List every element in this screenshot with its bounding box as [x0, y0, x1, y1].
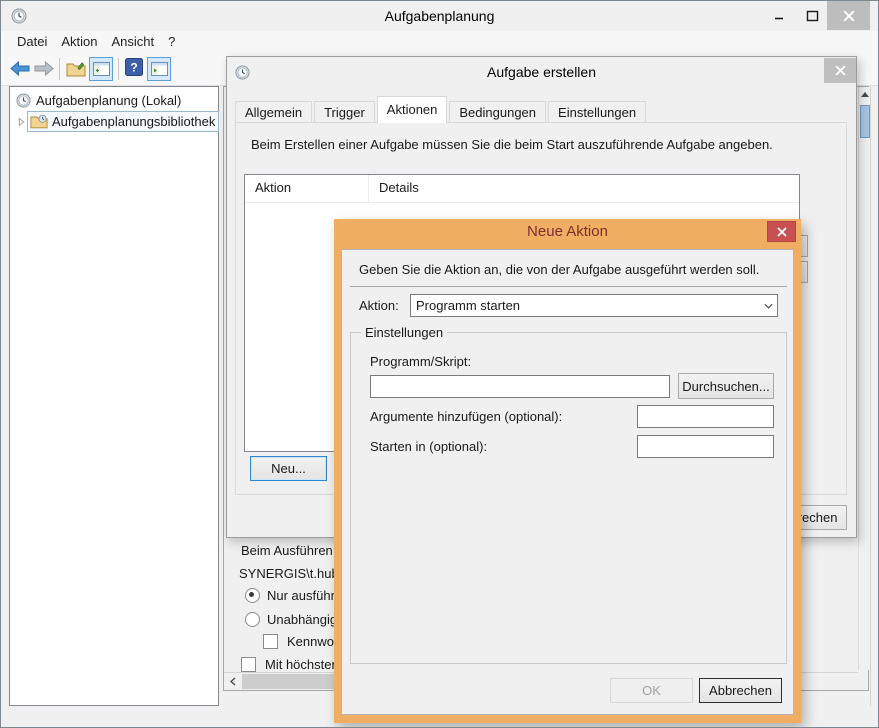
tab-strip: Allgemein Trigger Aktionen Bedingungen E…: [235, 97, 648, 123]
tab-description: Beim Erstellen einer Aufgabe müssen Sie …: [251, 137, 773, 152]
maximize-button[interactable]: [797, 1, 827, 30]
tab-allgemein[interactable]: Allgemein: [235, 101, 312, 123]
close-button[interactable]: [827, 1, 870, 30]
radio-run-independent[interactable]: Unabhängig v: [245, 611, 347, 627]
radio-icon[interactable]: [245, 588, 260, 603]
close-icon[interactable]: [767, 221, 796, 242]
dialog-body: Geben Sie die Aktion an, die von der Auf…: [341, 249, 794, 715]
groupbox-title: Einstellungen: [361, 325, 447, 340]
action-dropdown-value: Programm starten: [411, 298, 759, 313]
program-script-label: Programm/Skript:: [370, 354, 471, 369]
tab-trigger[interactable]: Trigger: [314, 101, 375, 123]
checkbox-dont-store-password[interactable]: Kennwort: [263, 633, 342, 649]
new-action-button[interactable]: Neu...: [250, 456, 327, 481]
preview-account-name: SYNERGIS\t.hube: [239, 566, 346, 581]
instruction-text: Geben Sie die Aktion an, die von der Auf…: [359, 262, 759, 277]
start-in-label: Starten in (optional):: [370, 439, 487, 454]
scrollbar-thumb[interactable]: [860, 105, 870, 138]
svg-text:?: ?: [130, 61, 137, 75]
vertical-scrollbar[interactable]: [858, 87, 870, 670]
action-label: Aktion:: [359, 298, 399, 313]
checkbox-icon[interactable]: [241, 657, 256, 672]
toggle-tree-pane-icon[interactable]: [89, 57, 113, 81]
start-in-input[interactable]: [637, 435, 774, 458]
arguments-input[interactable]: [637, 405, 774, 428]
back-arrow-icon[interactable]: [10, 61, 30, 79]
minimize-button[interactable]: [764, 1, 794, 30]
tab-bedingungen[interactable]: Bedingungen: [449, 101, 546, 123]
main-titlebar: Aufgabenplanung: [1, 1, 878, 31]
console-tree: Aufgabenplanung (Lokal) Aufgabenplanungs…: [9, 86, 219, 706]
column-aktion[interactable]: Aktion: [245, 175, 368, 202]
main-window-title: Aufgabenplanung: [1, 1, 878, 31]
menu-aktion[interactable]: Aktion: [54, 31, 104, 53]
clock-icon: [16, 93, 31, 108]
menu-ansicht[interactable]: Ansicht: [105, 31, 162, 53]
scroll-up-arrow-icon[interactable]: [860, 89, 870, 99]
tree-item-root[interactable]: Aufgabenplanung (Lokal): [16, 91, 218, 110]
arguments-label: Argumente hinzufügen (optional):: [370, 409, 562, 424]
column-details[interactable]: Details: [369, 175, 419, 202]
toolbar-separator: [59, 58, 60, 80]
checkbox-highest-privileges[interactable]: Mit höchsten: [241, 656, 339, 672]
action-pane-strip: [870, 86, 879, 706]
menu-datei[interactable]: Datei: [10, 31, 54, 53]
chevron-right-icon[interactable]: [18, 117, 25, 127]
menubar: Datei Aktion Ansicht ?: [1, 31, 878, 53]
tab-einstellungen[interactable]: Einstellungen: [548, 101, 646, 123]
import-task-folder-icon[interactable]: [66, 60, 86, 80]
radio-icon[interactable]: [245, 612, 260, 627]
checkbox-icon[interactable]: [263, 634, 278, 649]
toggle-action-pane-icon[interactable]: [147, 57, 171, 81]
tree-item-label: Aufgabenplanungsbibliothek: [52, 114, 215, 129]
browse-button[interactable]: Durchsuchen...: [678, 373, 774, 399]
cancel-button[interactable]: Abbrechen: [699, 678, 782, 703]
menu-help[interactable]: ?: [161, 31, 182, 53]
dialog-title: Aufgabe erstellen: [227, 64, 856, 80]
tree-item-library[interactable]: Aufgabenplanungsbibliothek: [18, 112, 218, 131]
preview-run-account-text: Beim Ausführen d: [241, 543, 344, 558]
help-icon[interactable]: ?: [125, 58, 143, 79]
chevron-down-icon[interactable]: [759, 303, 777, 309]
dialog-title: Neue Aktion: [334, 223, 801, 240]
tree-item-label: Aufgabenplanung (Lokal): [36, 93, 181, 108]
task-library-folder-icon: [30, 114, 48, 129]
ok-button[interactable]: OK: [610, 678, 693, 703]
forward-arrow-icon[interactable]: [34, 61, 54, 79]
tab-aktionen[interactable]: Aktionen: [377, 96, 448, 123]
action-dropdown[interactable]: Programm starten: [410, 294, 778, 317]
close-icon[interactable]: [824, 58, 856, 83]
toolbar-separator: [118, 58, 119, 80]
new-action-dialog: Neue Aktion Geben Sie die Aktion an, die…: [334, 219, 801, 723]
scroll-left-arrow-icon[interactable]: [224, 673, 241, 689]
divider: [350, 286, 787, 287]
program-script-input[interactable]: [370, 375, 670, 398]
actions-list-header: Aktion Details: [245, 175, 799, 203]
task-scheduler-window: Aufgabenplanung Datei Aktion Ansicht ?: [0, 0, 879, 728]
